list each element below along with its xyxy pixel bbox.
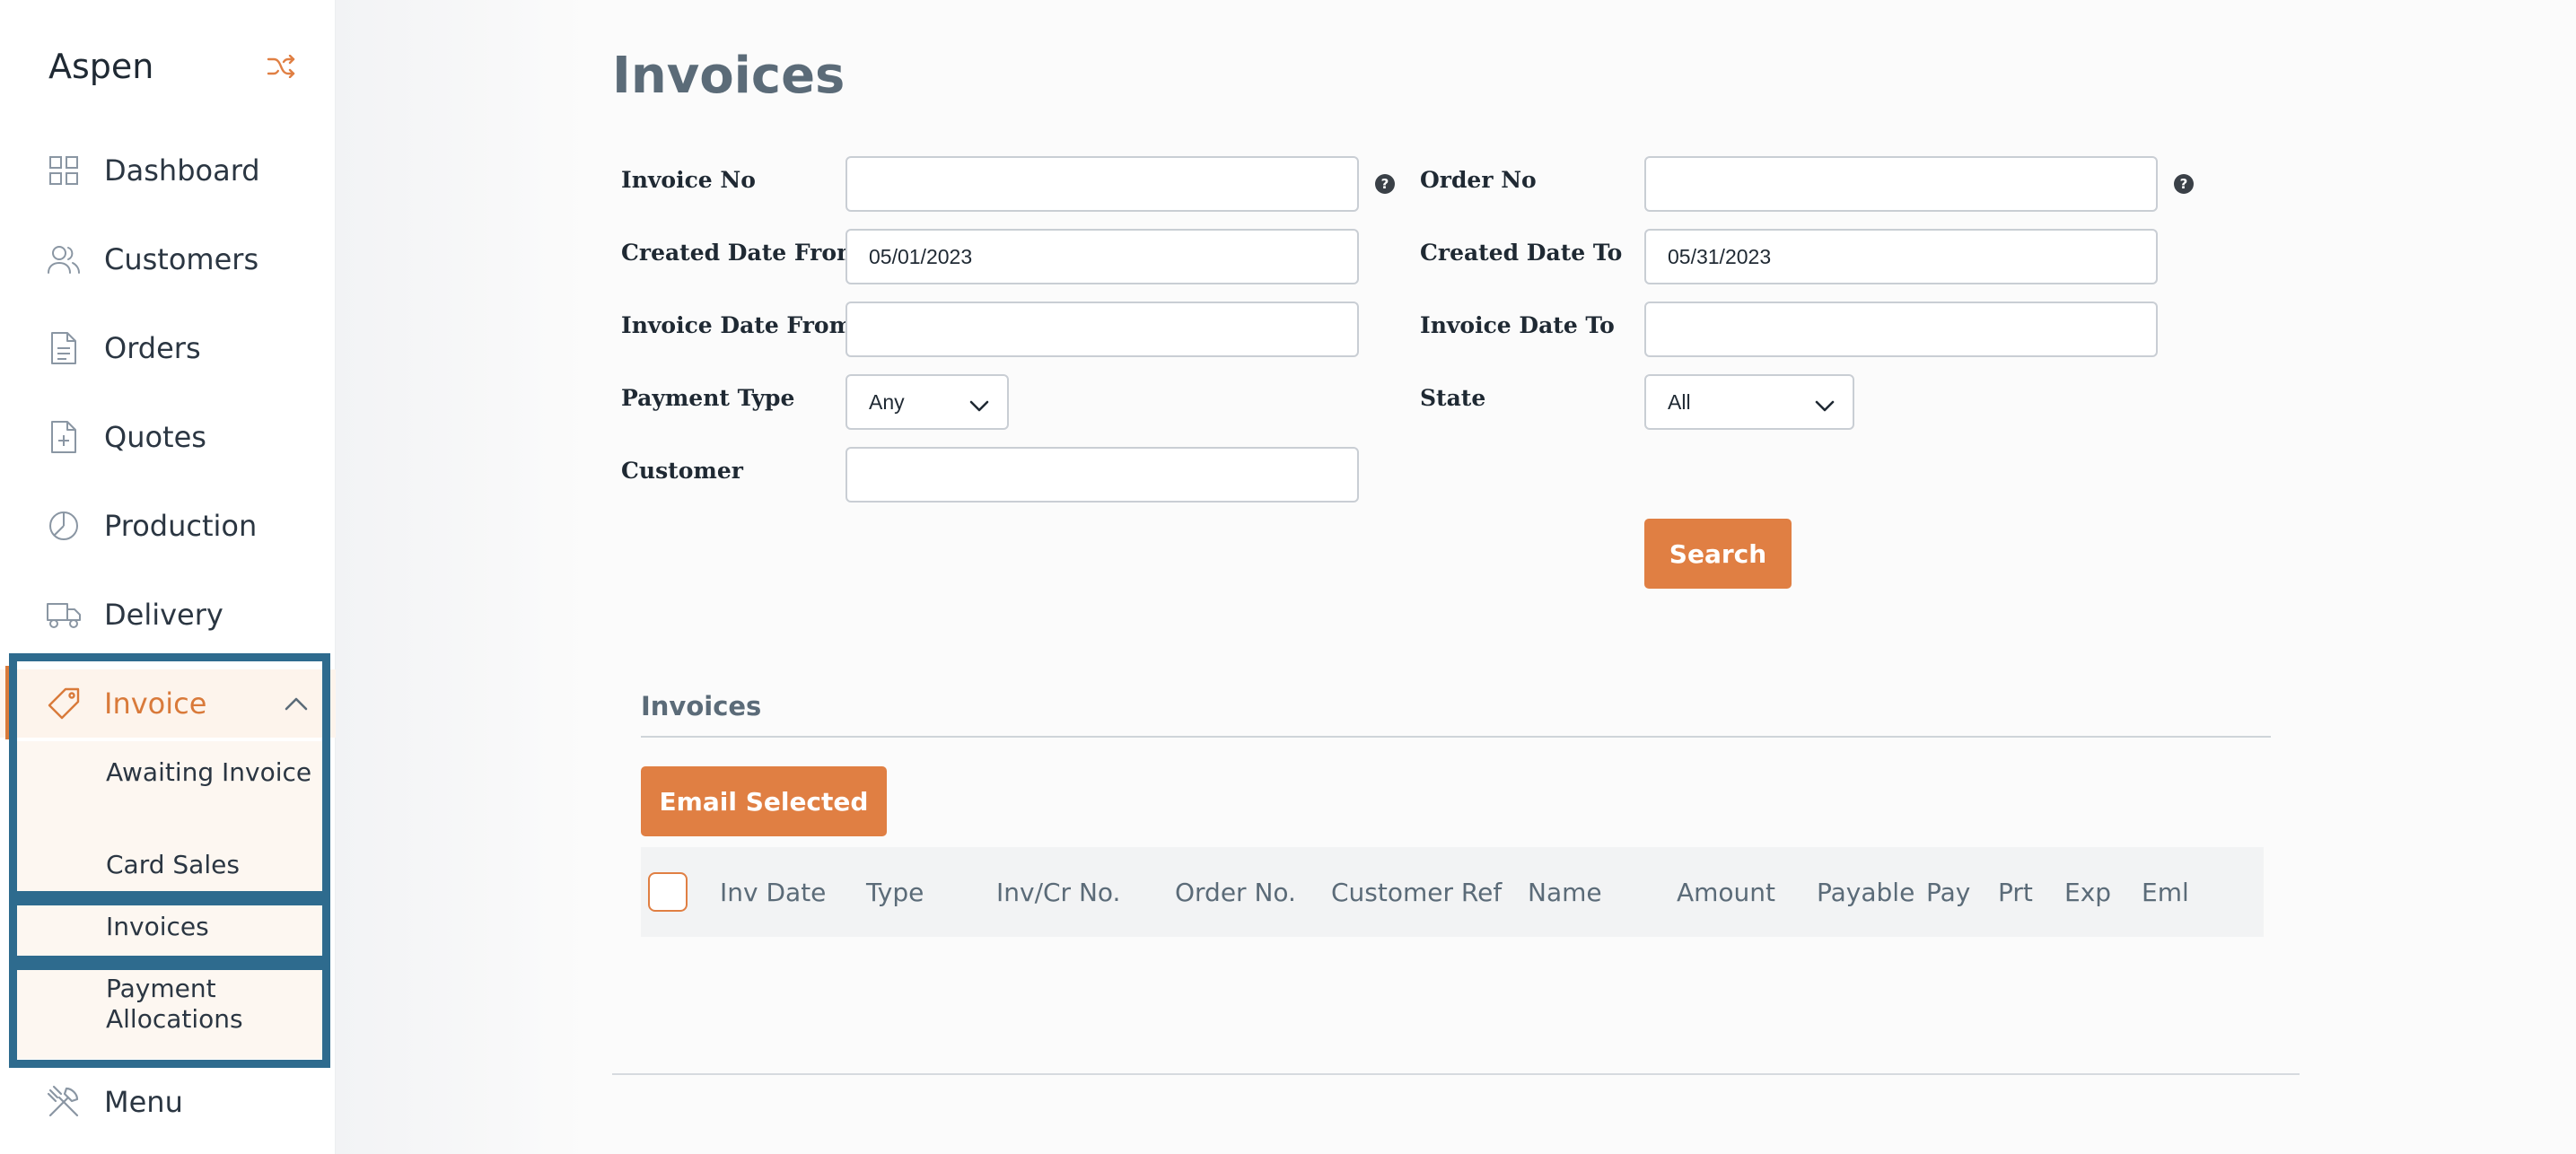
sidebar-item-label: Delivery: [104, 598, 223, 632]
created-date-to-label: Created Date To: [1420, 240, 1623, 266]
document-icon: [45, 329, 83, 367]
column-header-pay[interactable]: Pay: [1926, 878, 1970, 907]
sidebar-item-quotes[interactable]: Quotes: [0, 403, 336, 471]
state-select[interactable]: All: [1644, 374, 1854, 430]
sidebar-item-label: Customers: [104, 242, 259, 276]
invoice-no-input[interactable]: [846, 156, 1359, 212]
sidebar-item-label: Menu: [104, 1085, 183, 1119]
sidebar-item-menu[interactable]: Menu: [0, 1068, 336, 1136]
sidebar-item-label: Orders: [104, 331, 201, 365]
tag-icon: [45, 685, 83, 722]
order-no-label: Order No: [1420, 167, 1537, 193]
submenu-item-awaiting-invoice[interactable]: Awaiting Invoice: [106, 757, 312, 788]
customer-label: Customer: [621, 458, 743, 484]
help-icon-order-no[interactable]: ?: [2174, 174, 2194, 194]
chevron-up-icon[interactable]: [282, 691, 311, 716]
sidebar-item-orders[interactable]: Orders: [0, 314, 336, 382]
sidebar-item-delivery[interactable]: Delivery: [0, 581, 336, 649]
column-header-exp[interactable]: Exp: [2064, 878, 2111, 907]
created-date-from-input[interactable]: [846, 229, 1359, 284]
section-divider: [641, 736, 2271, 738]
column-header-name[interactable]: Name: [1528, 878, 1602, 907]
payment-type-label: Payment Type: [621, 385, 795, 411]
select-all-checkbox[interactable]: [648, 872, 688, 912]
column-header-order-no[interactable]: Order No.: [1175, 878, 1296, 907]
invoice-date-from-input[interactable]: [846, 302, 1359, 357]
column-header-prt[interactable]: Prt: [1998, 878, 2033, 907]
sidebar-item-label: Invoice: [104, 686, 207, 721]
sidebar-item-dashboard[interactable]: Dashboard: [0, 136, 336, 205]
customer-input[interactable]: [846, 447, 1359, 503]
submenu-item-invoices[interactable]: Invoices: [106, 912, 312, 942]
help-icon-invoice-no[interactable]: ?: [1375, 174, 1395, 194]
payment-type-value: Any: [869, 389, 905, 414]
state-value: All: [1668, 389, 1691, 414]
sidebar: Aspen Dashboard Customers Orders Quotes …: [0, 0, 336, 1154]
sidebar-item-customers[interactable]: Customers: [0, 225, 336, 293]
sidebar-item-production[interactable]: Production: [0, 492, 336, 560]
column-header-customer-ref[interactable]: Customer Ref: [1331, 878, 1502, 907]
payment-type-select[interactable]: Any: [846, 374, 1009, 430]
column-header-payable[interactable]: Payable: [1817, 878, 1914, 907]
invoice-date-from-label: Invoice Date From: [621, 312, 854, 338]
submenu-item-payment-allocations[interactable]: Payment Allocations: [106, 974, 312, 1035]
pie-chart-icon: [45, 507, 83, 545]
active-indicator: [5, 666, 11, 739]
invoice-date-to-input[interactable]: [1644, 302, 2158, 357]
column-header-inv-date[interactable]: Inv Date: [720, 878, 826, 907]
users-icon: [45, 240, 83, 278]
shuffle-icon[interactable]: [264, 50, 298, 83]
grid-icon: [45, 152, 83, 189]
column-header-amount[interactable]: Amount: [1677, 878, 1775, 907]
column-header-inv-cr-no[interactable]: Inv/Cr No.: [996, 878, 1120, 907]
chevron-down-icon: [969, 394, 989, 418]
invoice-date-to-label: Invoice Date To: [1420, 312, 1615, 338]
utensils-icon: [45, 1083, 83, 1121]
chevron-down-icon: [1815, 394, 1835, 418]
invoice-no-label: Invoice No: [621, 167, 756, 193]
file-plus-icon: [45, 418, 83, 456]
submenu-item-card-sales[interactable]: Card Sales: [106, 850, 312, 880]
created-date-to-input[interactable]: [1644, 229, 2158, 284]
page-title: Invoices: [612, 47, 846, 105]
search-button[interactable]: Search: [1644, 519, 1792, 589]
email-selected-button[interactable]: Email Selected: [641, 766, 887, 836]
bottom-divider: [612, 1073, 2300, 1075]
column-header-type[interactable]: Type: [866, 878, 924, 907]
order-no-input[interactable]: [1644, 156, 2158, 212]
sidebar-item-label: Quotes: [104, 420, 206, 454]
state-label: State: [1420, 385, 1486, 411]
results-section-title: Invoices: [641, 691, 762, 721]
created-date-from-label: Created Date From: [621, 240, 861, 266]
truck-icon: [45, 596, 83, 634]
brand-name: Aspen: [48, 47, 154, 86]
sidebar-item-label: Dashboard: [104, 153, 260, 188]
sidebar-item-label: Production: [104, 509, 258, 543]
column-header-eml[interactable]: Eml: [2142, 878, 2189, 907]
